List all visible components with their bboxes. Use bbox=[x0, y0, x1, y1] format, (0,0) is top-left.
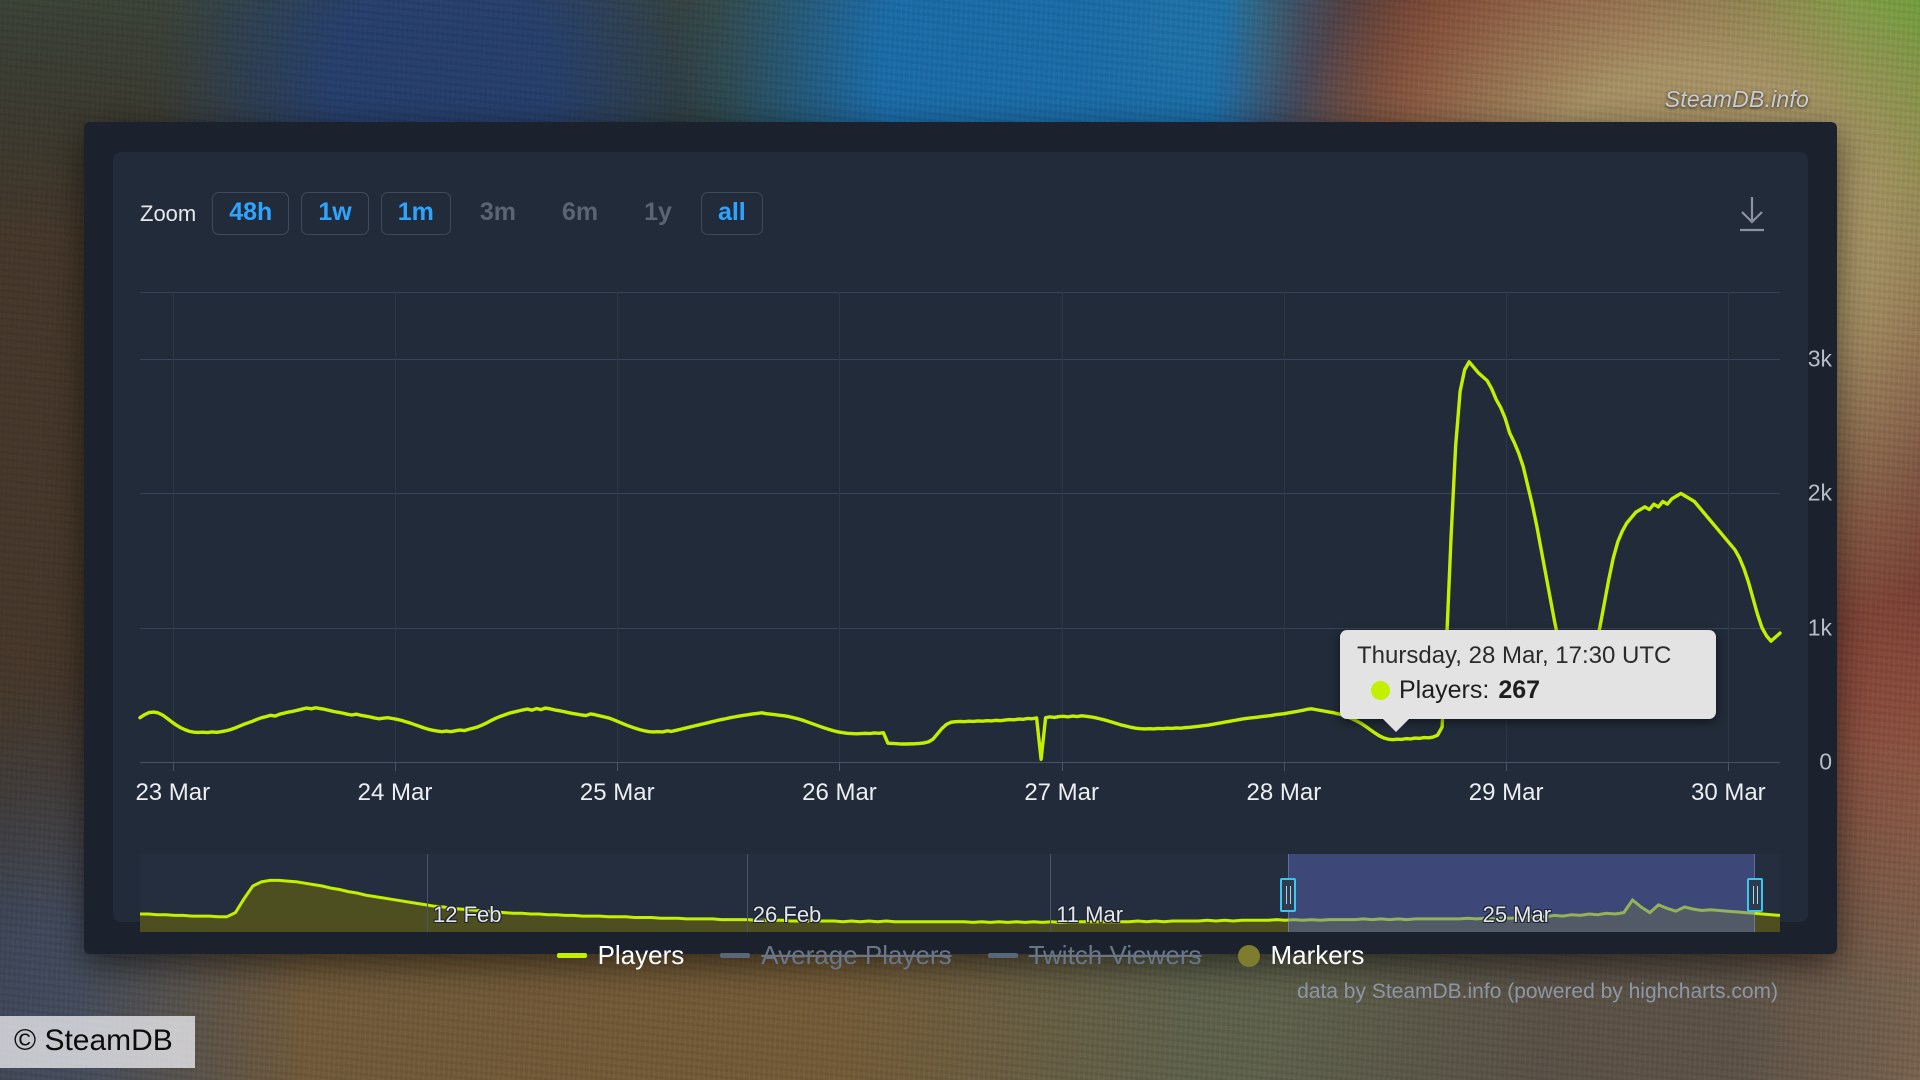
x-axis-label: 30 Mar bbox=[1690, 779, 1766, 806]
navigator-handle-left[interactable] bbox=[1280, 878, 1296, 912]
legend-label-markers: Markers bbox=[1270, 940, 1365, 970]
legend-label-players: Players bbox=[597, 940, 685, 970]
navigator-handle-right[interactable] bbox=[1747, 878, 1764, 912]
range-button-1w[interactable]: 1w bbox=[301, 192, 369, 235]
range-button-6m[interactable]: 6m bbox=[545, 192, 615, 235]
legend-item-players[interactable]: Players bbox=[556, 940, 685, 971]
x-axis-label: 27 Mar bbox=[1024, 779, 1100, 806]
tooltip-header: Thursday, 28 Mar, 17:30 UTC bbox=[1357, 642, 1672, 669]
x-axis-line bbox=[140, 762, 1780, 763]
x-axis-label: 24 Mar bbox=[357, 779, 433, 806]
legend-item-markers[interactable]: Markers bbox=[1237, 940, 1365, 971]
legend-label-twitch-viewers: Twitch Viewers bbox=[1028, 940, 1202, 970]
chart-tooltip: Thursday, 28 Mar, 17:30 UTC Players: 267 bbox=[1340, 630, 1716, 732]
x-axis-tick bbox=[1728, 762, 1730, 771]
navigator[interactable]: 12 Feb 26 Feb 11 Mar 25 Mar bbox=[140, 854, 1780, 932]
x-axis-label: 23 Mar bbox=[135, 779, 211, 806]
legend-label-average-players: Average Players bbox=[761, 940, 952, 970]
download-icon[interactable] bbox=[1734, 194, 1770, 234]
x-axis-label: 26 Mar bbox=[802, 779, 877, 806]
steamdb-watermark: © SteamDB bbox=[0, 1016, 195, 1068]
players-line-swatch bbox=[556, 953, 587, 958]
range-button-1m[interactable]: 1m bbox=[380, 192, 451, 235]
range-selector: Zoom 48h 1w 1m 3m 6m 1y all bbox=[140, 192, 763, 235]
y-axis-label: 2k bbox=[1807, 479, 1832, 506]
y-axis-label: 0 bbox=[1819, 748, 1832, 775]
markers-circle-swatch bbox=[1237, 944, 1260, 967]
range-button-48h[interactable]: 48h bbox=[212, 192, 290, 235]
navigator-divider bbox=[746, 854, 748, 932]
x-axis: 23 Mar 24 Mar 25 Mar 26 Mar 27 Mar 28 Mar 29 M… bbox=[135, 762, 1780, 822]
chart-credit[interactable]: data by SteamDB.info (powered by highcha… bbox=[1297, 980, 1778, 1004]
navigator-label: 25 Mar bbox=[1482, 902, 1552, 927]
average-players-line-swatch bbox=[720, 953, 751, 958]
navigator-label: 26 Feb bbox=[752, 902, 822, 927]
x-axis-label: 29 Mar bbox=[1468, 779, 1544, 806]
legend-item-average-players[interactable]: Average Players bbox=[720, 940, 952, 971]
y-axis-label: 1k bbox=[1807, 614, 1832, 641]
x-axis-tick bbox=[617, 762, 619, 771]
chart-panel: SteamDB.info Zoom 48h 1w 1m 3m 6m 1y all… bbox=[84, 86, 1837, 1003]
range-button-1y[interactable]: 1y bbox=[627, 192, 689, 235]
x-axis-tick bbox=[839, 762, 841, 771]
tooltip-series-row: Players: 267 bbox=[1357, 676, 1699, 705]
tooltip-arrow bbox=[1382, 718, 1410, 732]
range-button-3m[interactable]: 3m bbox=[463, 192, 533, 235]
tooltip-series-label: Players: bbox=[1399, 676, 1490, 704]
chart-legend: Players Average Players Twitch Viewers M… bbox=[113, 940, 1808, 971]
navigator-label: 11 Mar bbox=[1056, 902, 1124, 927]
navigator-divider bbox=[1050, 854, 1052, 932]
tooltip-series-dot bbox=[1371, 681, 1390, 700]
x-axis-label: 25 Mar bbox=[579, 779, 655, 806]
x-axis-tick bbox=[172, 762, 174, 771]
navigator-label: 12 Feb bbox=[433, 902, 502, 927]
zoom-label: Zoom bbox=[140, 200, 197, 226]
x-axis-label: 28 Mar bbox=[1246, 779, 1322, 806]
x-axis-tick bbox=[1061, 762, 1063, 771]
x-axis-tick bbox=[395, 762, 397, 771]
x-axis-tick bbox=[1283, 762, 1285, 771]
navigator-divider bbox=[427, 854, 428, 932]
twitch-viewers-line-swatch bbox=[987, 953, 1018, 958]
tooltip-series-value: 267 bbox=[1498, 676, 1541, 704]
x-axis-tick bbox=[1506, 762, 1508, 771]
range-button-all[interactable]: all bbox=[700, 192, 763, 235]
chart-card: Zoom 48h 1w 1m 3m 6m 1y all 0 1k 2k 3k 23 M… bbox=[113, 152, 1832, 1003]
legend-item-twitch-viewers[interactable]: Twitch Viewers bbox=[987, 940, 1202, 971]
y-axis-label: 3k bbox=[1807, 345, 1832, 372]
steamdb-brand-label: SteamDB.info bbox=[1664, 86, 1809, 112]
